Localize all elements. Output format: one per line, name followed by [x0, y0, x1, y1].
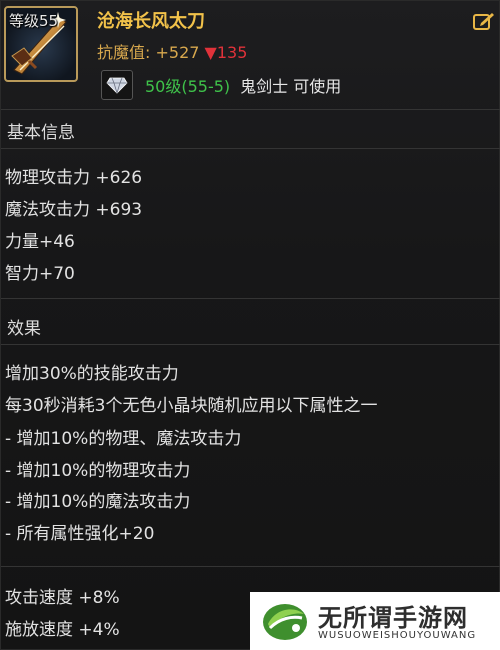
item-header: 等级55 沧海长风太刀 抗魔值: +527 ▼135 50级(55-5) 鬼剑士…	[1, 1, 500, 109]
watermark-english: WUSUOWEISHOUYOUWANG	[318, 630, 477, 641]
effect-line: - 所有属性强化+20	[5, 524, 155, 544]
requirement-level: 50级(55-5)	[145, 77, 231, 96]
stat-cast-speed: 施放速度 +4%	[5, 620, 120, 640]
diamond-gem-icon	[101, 70, 133, 100]
stat-strength: 力量+46	[5, 232, 75, 252]
effect-line: - 增加10%的物理攻击力	[5, 461, 191, 481]
resist-decrease: ▼135	[204, 43, 248, 62]
stat-magic-attack: 魔法攻击力 +693	[5, 200, 143, 220]
effect-line: 增加30%的技能攻击力	[5, 364, 179, 384]
divider	[1, 344, 500, 345]
effect-line: - 增加10%的物理、魔法攻击力	[5, 429, 242, 449]
item-icon-frame[interactable]: 等级55	[4, 6, 78, 82]
stat-attack-speed: 攻击速度 +8%	[5, 588, 120, 608]
resist-row: 抗魔值: +527 ▼135	[97, 39, 247, 63]
divider	[1, 109, 500, 110]
leaf-logo-icon	[263, 604, 307, 640]
site-watermark: 无所谓手游网 WUSUOWEISHOUYOUWANG	[250, 592, 500, 650]
effect-title: 效果	[7, 319, 41, 339]
effect-line: - 增加10%的魔法攻击力	[5, 492, 191, 512]
item-level-tag: 等级55	[9, 12, 59, 30]
stat-intelligence: 智力+70	[5, 264, 75, 284]
item-name: 沧海长风太刀	[97, 11, 205, 32]
resist-label: 抗魔值:	[97, 43, 151, 62]
divider	[1, 298, 500, 299]
requirement-class: 鬼剑士 可使用	[240, 77, 342, 96]
divider	[1, 566, 500, 567]
watermark-chinese: 无所谓手游网	[318, 603, 468, 632]
effect-line: 每30秒消耗3个无色小晶块随机应用以下属性之一	[5, 396, 378, 416]
divider	[1, 148, 500, 149]
resist-value: +527	[155, 43, 200, 62]
stat-physical-attack: 物理攻击力 +626	[5, 168, 143, 188]
item-tooltip-panel: 等级55 沧海长风太刀 抗魔值: +527 ▼135 50级(55-5) 鬼剑士…	[0, 0, 500, 650]
requirement-row: 50级(55-5) 鬼剑士 可使用	[101, 69, 341, 101]
basic-info-title: 基本信息	[7, 123, 75, 143]
edit-icon[interactable]	[473, 11, 495, 31]
